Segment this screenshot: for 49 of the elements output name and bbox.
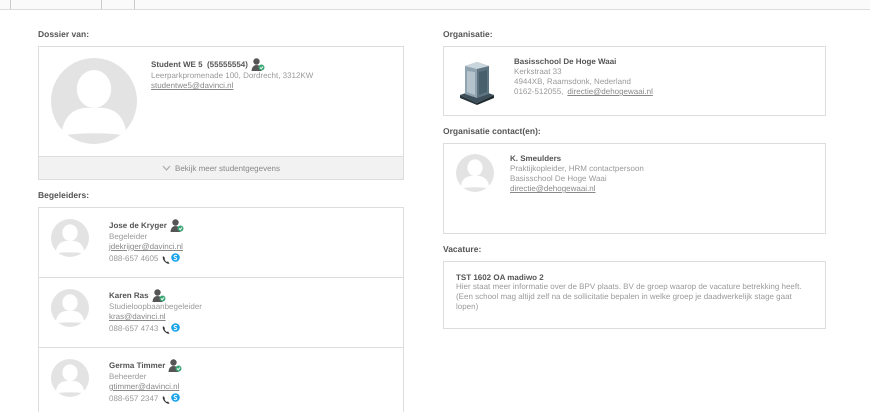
phone-icon [162,255,170,264]
person-check-icon [168,359,182,372]
section-heading: Begeleiders: [38,190,90,200]
more-details-bar[interactable]: Bekijk meer studentgegevens [39,156,403,179]
contact-organisation: Basisschool De Hoge Waai [510,174,608,184]
avatar-icon [51,289,89,327]
student-address: Leerparkpromenade 100, Dordrecht, 3312KW [151,71,314,81]
email-link[interactable]: kras@davinci.nl [109,312,166,321]
email-link[interactable]: studentwe5@davinci.nl [151,81,234,90]
swirl-circle-icon [171,393,180,402]
person-role: Studieloopbaanbegeleider [109,302,202,312]
email-link[interactable]: directie@dehogewaai.nl [567,87,653,97]
swirl-circle-icon [171,253,180,262]
contact-name: K. Smeulders [510,154,562,164]
section-heading: Organisatie: [443,29,494,39]
vacancy-title: TST 1602 OA madiwo 2 [456,273,545,282]
section-heading: Vacature: [443,244,482,254]
section-heading: Dossier van: [38,29,90,39]
avatar-icon [456,154,494,192]
person-check-icon [152,289,166,302]
contact-role: Praktijkopleider, HRM contactpersoon [510,164,644,174]
avatar-icon [51,58,137,144]
phone-number: 088-657 4743 [109,324,158,334]
phone-icon [162,395,170,404]
person-check-icon [170,219,184,232]
swirl-circle-icon [171,323,180,332]
chevron-down-icon [162,165,172,171]
avatar-icon [51,219,89,257]
email-link[interactable]: directie@dehogewaai.nl [510,184,596,193]
more-details-link[interactable]: Bekijk meer studentgegevens [175,164,280,172]
email-link[interactable]: gtimmer@davinci.nl [109,382,180,391]
phone-number: 0162-512055, [514,87,564,97]
person-role: Begeleider [109,232,148,242]
phone-number: 088-657 2347 [109,394,158,404]
person-name: Germa Timmer [109,360,166,370]
organisation-name: Basisschool De Hoge Waai [514,57,618,67]
person-check-icon [250,58,265,71]
person-name: Jose de Kryger [109,220,167,230]
phone-number: 088-657 4605 [109,254,158,264]
vacancy-description: Hier staat meer informatie over de BPV plaats. BV de groep waarop de vacature betrekking heeft. (Een school mag altijd zelf na de sollicitatie bepalen in welke groep je daadwerkelijk stage gaat lopen) [456,282,803,312]
organisation-city: 4944XB, Raamsdonk, Nederland [514,77,632,87]
person-name: Karen Ras [109,290,149,300]
person-role: Beheerder [109,372,148,382]
phone-icon [162,325,170,334]
section-heading: Organisatie contact(en): [443,126,542,136]
organisation-street: Kerkstraat 33 [514,67,563,77]
avatar-icon [51,359,89,397]
student-name: Student WE 5 (55555554) [151,60,248,70]
email-link[interactable]: jdekrijger@davinci.nl [109,242,183,251]
